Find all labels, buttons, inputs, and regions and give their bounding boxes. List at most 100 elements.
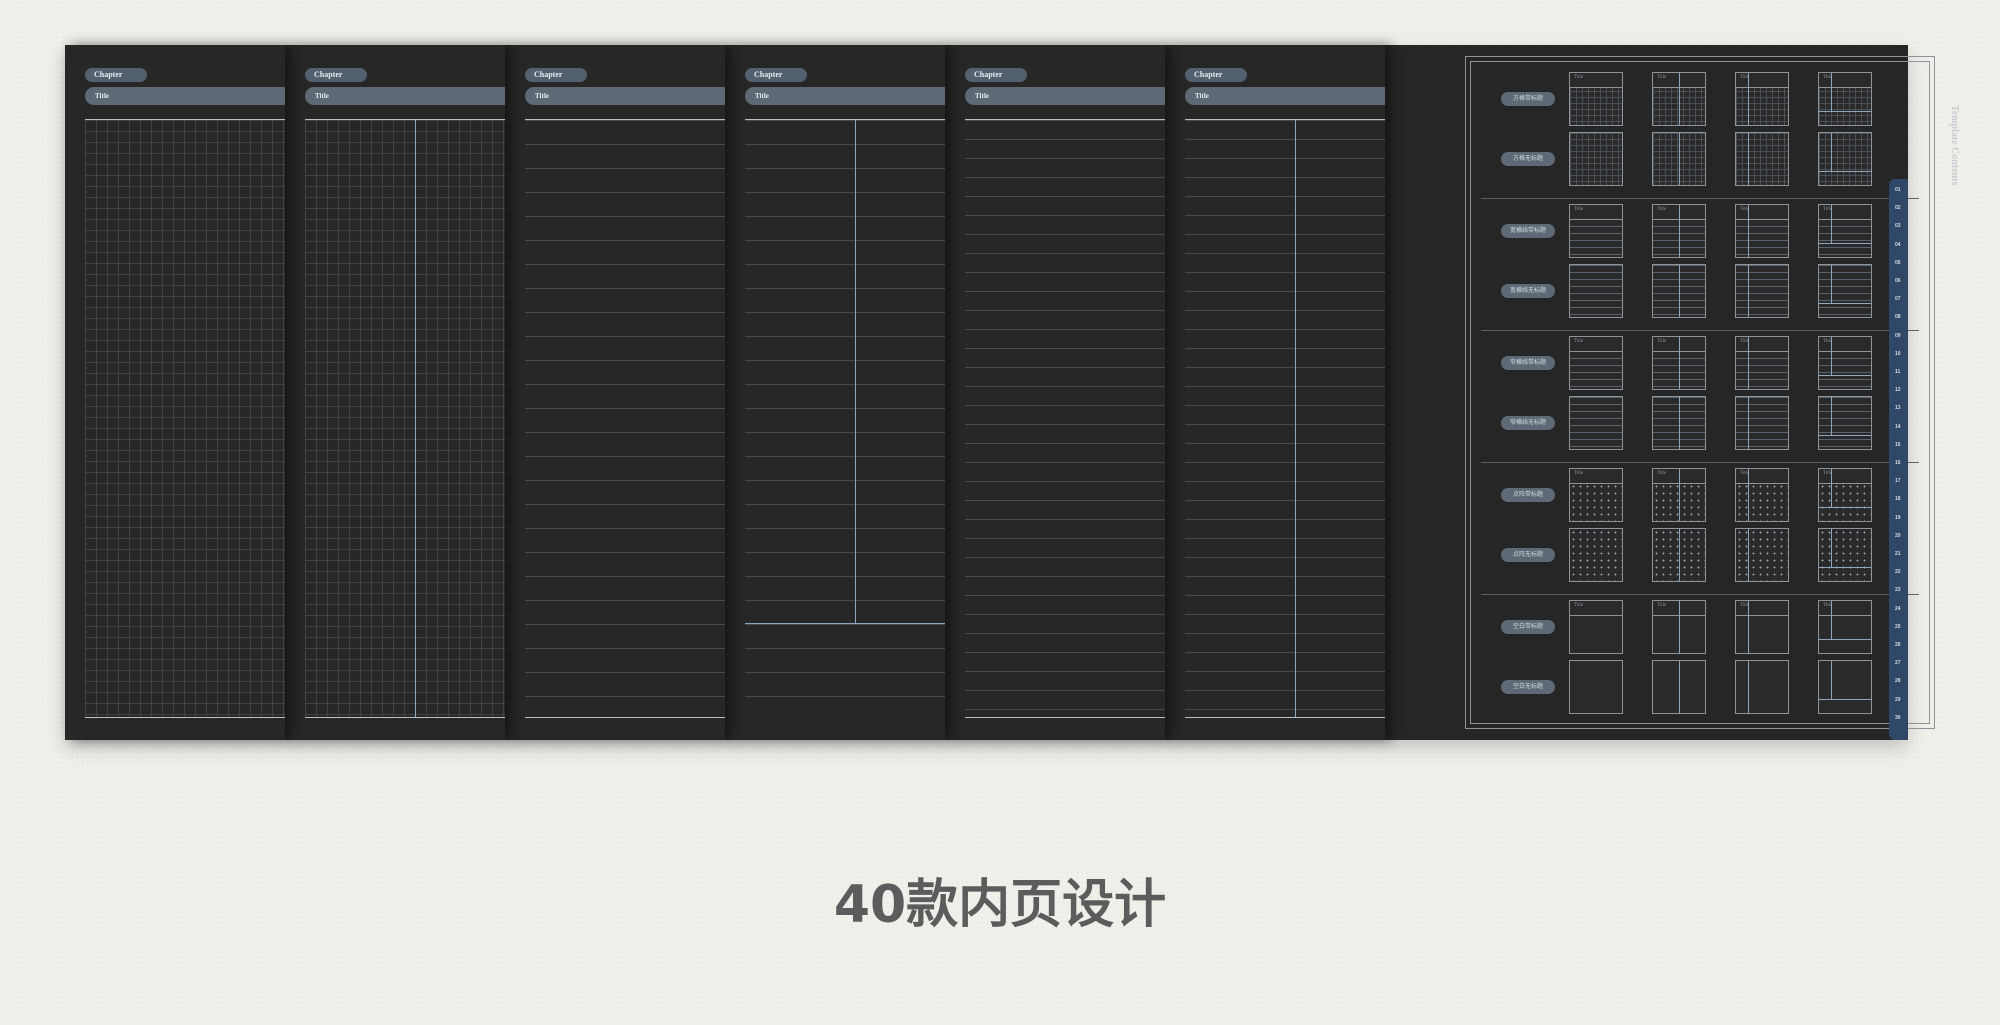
bottom-rule: [85, 717, 285, 718]
notebook-page-4[interactable]: Chapter Title: [725, 45, 945, 740]
template-thumbnail[interactable]: [1569, 396, 1623, 450]
template-thumbnail[interactable]: Title: [1569, 72, 1623, 126]
template-label[interactable]: 宽横线带标题: [1501, 224, 1555, 238]
chapter-tab-18[interactable]: 18: [1895, 496, 1901, 502]
template-thumbnail[interactable]: [1652, 132, 1706, 186]
chapter-tab-25[interactable]: 25: [1895, 624, 1901, 630]
chapter-tab-11[interactable]: 11: [1895, 369, 1900, 375]
template-thumbnail[interactable]: [1569, 528, 1623, 582]
thumb-divider: [1831, 337, 1832, 375]
template-thumbnail[interactable]: Title: [1652, 468, 1706, 522]
template-thumbnail[interactable]: [1735, 132, 1789, 186]
template-thumbnail[interactable]: [1569, 660, 1623, 714]
chapter-tab-01[interactable]: 01: [1895, 187, 1901, 193]
template-label[interactable]: 点阵带标题: [1501, 488, 1555, 502]
template-thumbnail[interactable]: [1735, 396, 1789, 450]
template-thumbnail[interactable]: [1735, 528, 1789, 582]
notebook-page-1[interactable]: Chapter Title: [65, 45, 285, 740]
template-thumbnail[interactable]: Title: [1735, 72, 1789, 126]
template-label[interactable]: 空白带标题: [1501, 620, 1555, 634]
template-thumbnail[interactable]: [1652, 264, 1706, 318]
chapter-tab-04[interactable]: 04: [1895, 242, 1901, 248]
chapter-tab-06[interactable]: 06: [1895, 278, 1901, 284]
divider-line: [1295, 120, 1296, 717]
thumbnail-title: Title: [1570, 469, 1622, 484]
template-thumbnail[interactable]: [1652, 660, 1706, 714]
chapter-tab-10[interactable]: 10: [1895, 351, 1901, 357]
page-title-bar: Title: [85, 87, 285, 105]
template-thumbnail[interactable]: Title: [1569, 468, 1623, 522]
thumb-divider: [1831, 601, 1832, 639]
chapter-tab-14[interactable]: 14: [1895, 424, 1901, 430]
chapter-tab-23[interactable]: 23: [1895, 587, 1901, 593]
notebook-page-6[interactable]: Chapter Title: [1165, 45, 1385, 740]
template-thumbnail[interactable]: Title: [1735, 204, 1789, 258]
template-thumbnail[interactable]: [1652, 528, 1706, 582]
chapter-tab-26[interactable]: 26: [1895, 642, 1901, 648]
chapter-tab-05[interactable]: 05: [1895, 260, 1901, 266]
template-label[interactable]: 方格无标题: [1501, 152, 1555, 166]
template-thumbnail[interactable]: Title: [1818, 72, 1872, 126]
thumbnail-title: Title: [1570, 205, 1622, 220]
thumb-divider: [1748, 337, 1749, 389]
chapter-tab-08[interactable]: 08: [1895, 314, 1901, 320]
chapter-tab-17[interactable]: 17: [1895, 478, 1901, 484]
chapter-tab-22[interactable]: 22: [1895, 569, 1901, 575]
chapter-tab-21[interactable]: 21: [1895, 551, 1901, 557]
template-thumbnail[interactable]: [1818, 396, 1872, 450]
chapter-tab-12[interactable]: 12: [1895, 387, 1901, 393]
template-thumbnail[interactable]: [1818, 264, 1872, 318]
template-label[interactable]: 窄横线无标题: [1501, 416, 1555, 430]
template-thumbnail[interactable]: [1818, 660, 1872, 714]
template-thumbnail[interactable]: Title: [1569, 600, 1623, 654]
chapter-tab-09[interactable]: 09: [1895, 333, 1901, 339]
thumb-divider: [1679, 337, 1680, 389]
template-thumbnail[interactable]: [1818, 132, 1872, 186]
chapter-label: Chapter: [525, 68, 587, 82]
template-label[interactable]: 方格带标题: [1501, 92, 1555, 106]
template-thumbnail[interactable]: [1735, 264, 1789, 318]
divider-line: [415, 120, 416, 717]
chapter-tab-30[interactable]: 30: [1895, 715, 1901, 721]
chapter-tab-29[interactable]: 29: [1895, 697, 1901, 703]
template-thumbnail[interactable]: Title: [1569, 336, 1623, 390]
template-thumbnail[interactable]: Title: [1818, 468, 1872, 522]
template-thumbnail[interactable]: Title: [1735, 336, 1789, 390]
template-thumbnail[interactable]: [1818, 528, 1872, 582]
template-thumbnail[interactable]: [1735, 660, 1789, 714]
thumbnail-title: Title: [1736, 469, 1788, 484]
notebook-page-5[interactable]: Chapter Title: [945, 45, 1165, 740]
template-thumbnail[interactable]: [1569, 132, 1623, 186]
chapter-tab-28[interactable]: 28: [1895, 678, 1901, 684]
template-thumbnail[interactable]: Title: [1735, 468, 1789, 522]
chapter-tab-16[interactable]: 16: [1895, 460, 1901, 466]
template-thumbnail[interactable]: Title: [1818, 204, 1872, 258]
chapter-tab-27[interactable]: 27: [1895, 660, 1901, 666]
template-thumbnail[interactable]: Title: [1652, 600, 1706, 654]
template-thumbnail[interactable]: Title: [1569, 204, 1623, 258]
chapter-tab-07[interactable]: 07: [1895, 296, 1901, 302]
template-thumbnail[interactable]: [1569, 264, 1623, 318]
chapter-tab-19[interactable]: 19: [1895, 515, 1901, 521]
notebook-page-3[interactable]: Chapter Title: [505, 45, 725, 740]
template-thumbnail[interactable]: Title: [1652, 336, 1706, 390]
chapter-tab-15[interactable]: 15: [1895, 442, 1901, 448]
template-label[interactable]: 窄横线带标题: [1501, 356, 1555, 370]
template-thumbnail[interactable]: Title: [1735, 600, 1789, 654]
thumb-divider: [1819, 243, 1871, 244]
chapter-tab-20[interactable]: 20: [1895, 533, 1901, 539]
template-thumbnail[interactable]: Title: [1652, 204, 1706, 258]
template-label[interactable]: 点阵无标题: [1501, 548, 1555, 562]
chapter-tab-02[interactable]: 02: [1895, 205, 1901, 211]
chapter-tabs[interactable]: 01 02 03 04 05 06 07 08 09 10 11 12 13 14 15 16 17 18 19 20…: [1889, 179, 1908, 740]
chapter-tab-24[interactable]: 24: [1895, 606, 1901, 612]
template-thumbnail[interactable]: [1652, 396, 1706, 450]
chapter-tab-13[interactable]: 13: [1895, 405, 1901, 411]
template-thumbnail[interactable]: Title: [1818, 336, 1872, 390]
template-thumbnail[interactable]: Title: [1652, 72, 1706, 126]
template-label[interactable]: 空白无标题: [1501, 680, 1555, 694]
template-label[interactable]: 宽横线无标题: [1501, 284, 1555, 298]
notebook-page-2[interactable]: Chapter Title: [285, 45, 505, 740]
chapter-tab-03[interactable]: 03: [1895, 223, 1901, 229]
template-thumbnail[interactable]: Title: [1818, 600, 1872, 654]
